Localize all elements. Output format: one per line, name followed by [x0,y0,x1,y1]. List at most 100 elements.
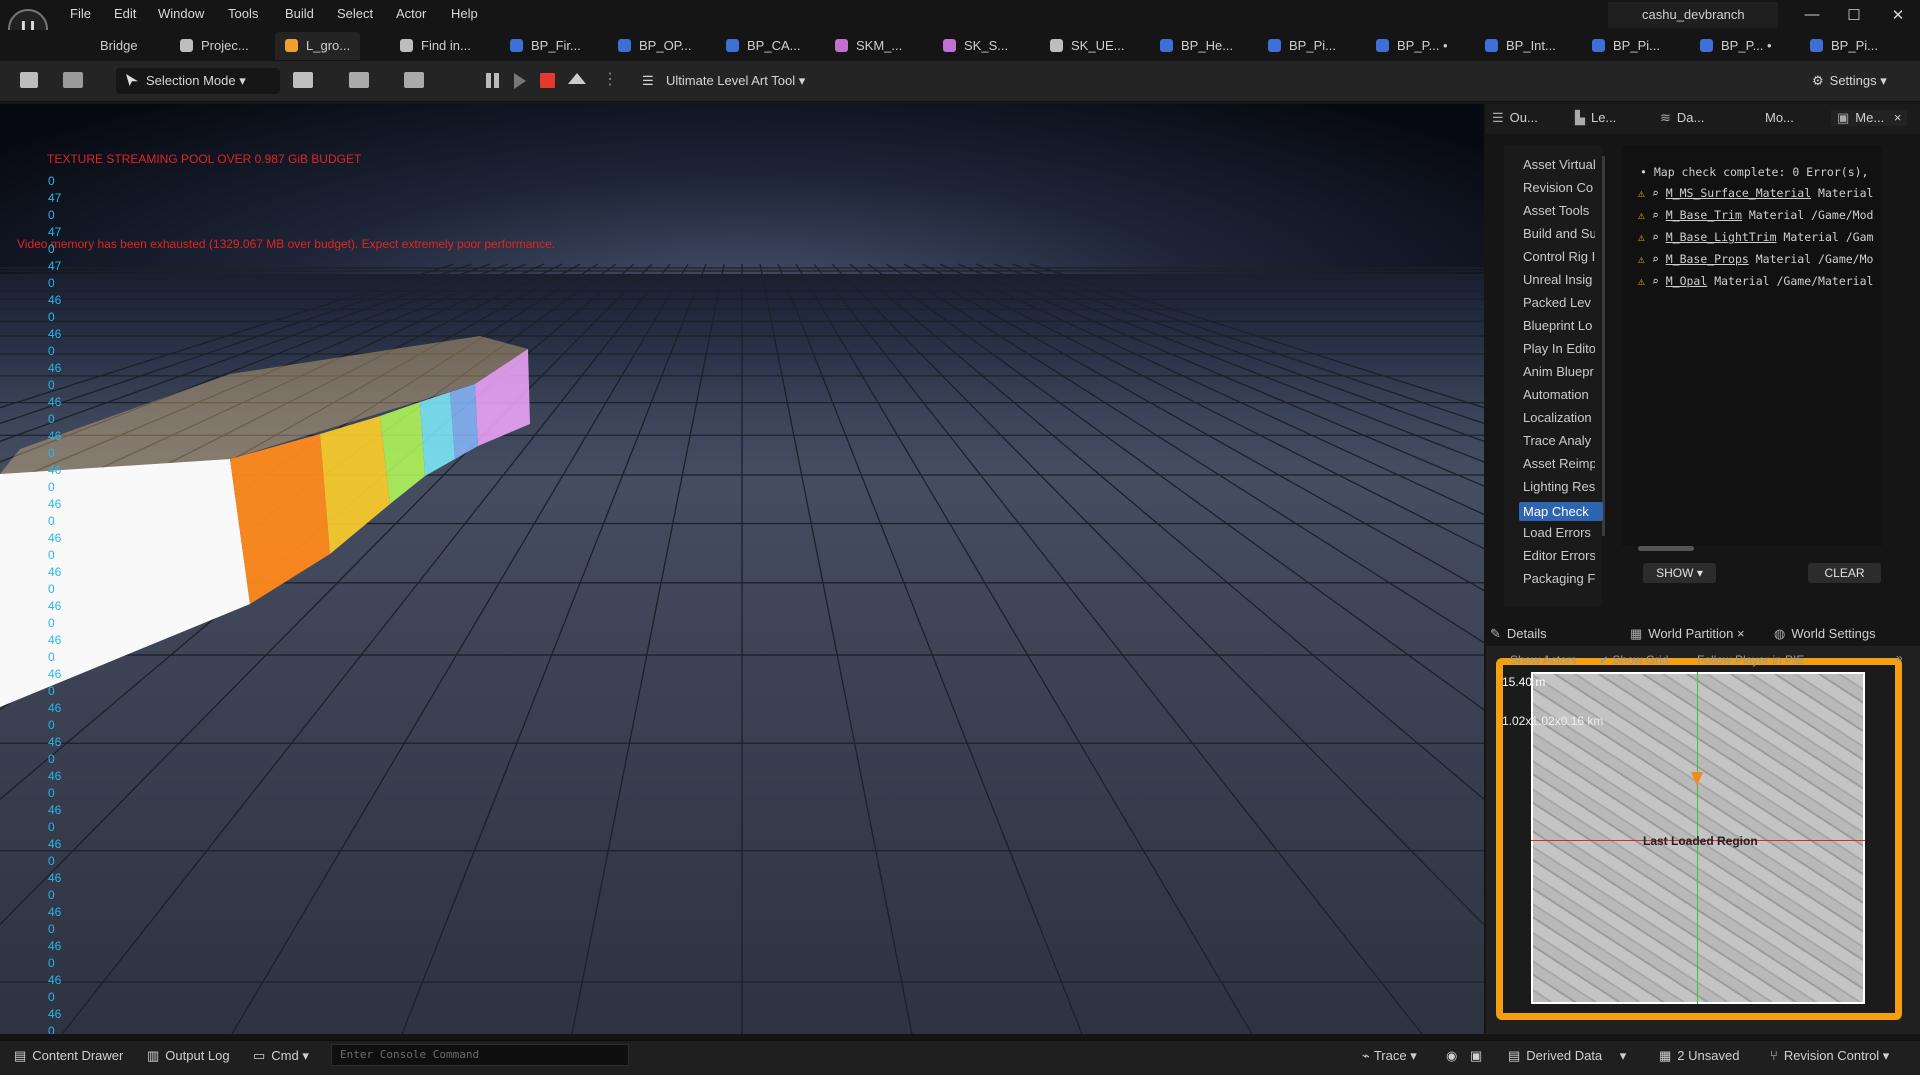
menu-tools[interactable]: Tools [228,6,258,21]
eject-icon[interactable] [568,73,586,84]
asset-link[interactable]: M_MS_Surface_Material [1666,186,1811,200]
menu-edit[interactable]: Edit [114,6,136,21]
cmd-dropdown[interactable]: ▭ Cmd ▾ [253,1048,309,1064]
ultimate-level-art-tool-dropdown[interactable]: ☰ Ultimate Level Art Tool ▾ [642,68,805,94]
category-item[interactable]: Lighting Res [1523,479,1595,494]
add-actor-icon[interactable] [293,72,313,88]
menu-help[interactable]: Help [451,6,478,21]
tab-6[interactable]: BP_CA... [726,32,800,60]
search-icon[interactable]: ⌕ [1652,186,1666,200]
category-item[interactable]: Play In Edito [1523,341,1595,356]
screenshot-icon[interactable]: ▣ [1470,1048,1482,1064]
selection-mode-dropdown[interactable]: Selection Mode ▾ [116,68,280,94]
record-icon[interactable]: ◉ [1446,1048,1457,1064]
tab-15[interactable]: BP_P... • [1700,32,1772,60]
output-log-button[interactable]: ▥ Output Log [147,1048,230,1064]
tab-3[interactable]: Find in... [400,32,471,60]
category-item[interactable]: Asset Tools [1523,203,1595,218]
console-input[interactable]: Enter Console Command [331,1044,629,1066]
follow-player-toggle[interactable]: Follow Player in PIE [1697,653,1804,667]
tab-levels[interactable]: ▙ Le... [1575,110,1616,126]
search-icon[interactable]: ⌕ [1652,274,1666,288]
log-h-scrollbar[interactable] [1638,546,1694,551]
category-scrollbar[interactable] [1602,156,1605,536]
tab-outliner[interactable]: ☰ Ou... [1492,110,1538,126]
category-item[interactable]: Control Rig I [1523,249,1595,264]
stop-icon[interactable] [540,73,555,88]
menu-build[interactable]: Build [285,6,314,21]
tab-10[interactable]: BP_He... [1160,32,1233,60]
category-item[interactable]: Automation [1523,387,1595,402]
category-item[interactable]: Editor Errors [1523,548,1595,563]
save-icon[interactable] [20,72,38,88]
tab-data-layers[interactable]: ≋ Da... [1660,110,1704,126]
tab-1[interactable]: Projec... [180,32,249,60]
category-item[interactable]: Packaging F [1523,571,1595,586]
browse-content-icon[interactable] [63,72,83,88]
search-icon[interactable]: ⌕ [1652,252,1666,266]
log-warning-line[interactable]: ⚠ ⌕ M_MS_Surface_Material Material [1638,186,1880,200]
log-warning-line[interactable]: ⚠ ⌕ M_Opal Material /Game/Material [1638,274,1880,288]
log-warning-line[interactable]: ⚠ ⌕ M_Base_Props Material /Game/Mo [1638,252,1880,266]
maximize-button[interactable]: ☐ [1839,6,1869,24]
category-item[interactable]: Revision Co [1523,180,1595,195]
revision-control-dropdown[interactable]: ⑂ Revision Control ▾ [1770,1048,1889,1064]
log-warning-line[interactable]: ⚠ ⌕ M_Base_LightTrim Material /Gam [1638,230,1880,244]
asset-link[interactable]: M_Base_Props [1666,252,1749,266]
menu-actor[interactable]: Actor [396,6,426,21]
search-icon[interactable]: ⌕ [1652,208,1666,222]
show-actors-toggle[interactable]: Show Actors [1510,653,1577,667]
expand-icon[interactable]: » [1896,651,1903,665]
tab-message-log[interactable]: ▣ Me... × [1831,110,1908,126]
step-forward-icon[interactable] [514,73,526,89]
tab-9[interactable]: SK_UE... [1050,32,1124,60]
blueprint-menu-icon[interactable] [349,72,369,88]
category-item[interactable]: Build and Su [1523,226,1595,241]
tab-16[interactable]: BP_Pi... [1810,32,1878,60]
category-item[interactable]: Load Errors [1523,525,1595,540]
tab-2[interactable]: L_gro... [275,32,361,60]
cinematics-icon[interactable] [404,72,424,88]
tab-0[interactable]: Bridge [100,32,138,60]
derived-data-dropdown[interactable]: ▤ Derived Data ▾ [1508,1048,1626,1064]
category-item[interactable]: Map Check [1519,502,1603,521]
pause-icon[interactable] [486,73,491,88]
close-window-button[interactable]: ✕ [1883,6,1913,24]
tab-details[interactable]: ✎ Details [1490,626,1547,642]
category-item[interactable]: Trace Analy [1523,433,1595,448]
category-item[interactable]: Blueprint Lo [1523,318,1595,333]
asset-link[interactable]: M_Opal [1666,274,1708,288]
unsaved-button[interactable]: ▦ 2 Unsaved [1659,1048,1739,1064]
tab-world-partition[interactable]: ▦ World Partition × [1630,626,1745,642]
menu-select[interactable]: Select [337,6,373,21]
close-tab-icon[interactable]: × [1894,110,1902,125]
tab-13[interactable]: BP_Int... [1485,32,1556,60]
trace-dropdown[interactable]: ⌁ Trace ▾ [1362,1048,1417,1064]
asset-link[interactable]: M_Base_Trim [1666,208,1742,222]
settings-dropdown[interactable]: ⚙ Settings ▾ [1812,68,1887,94]
tab-7[interactable]: SKM_... [835,32,902,60]
level-viewport[interactable]: TEXTURE STREAMING POOL OVER 0.987 GiB BU… [0,104,1484,1034]
category-item[interactable]: Anim Bluepr [1523,364,1595,379]
tab-12[interactable]: BP_P... • [1376,32,1448,60]
menu-window[interactable]: Window [158,6,204,21]
tab-modes[interactable]: Mo... [1765,110,1794,125]
tab-8[interactable]: SK_S... [943,32,1008,60]
category-item[interactable]: Localization [1523,410,1595,425]
asset-link[interactable]: M_Base_LightTrim [1666,230,1777,244]
category-item[interactable]: Asset Virtual [1523,157,1595,172]
tab-world-settings[interactable]: ◍ World Settings [1774,626,1876,642]
minimize-button[interactable]: — [1797,6,1827,23]
search-icon[interactable]: ⌕ [1652,230,1666,244]
category-item[interactable]: Asset Reimp [1523,456,1595,471]
clear-button[interactable]: CLEAR [1808,563,1881,583]
tab-4[interactable]: BP_Fir... [510,32,581,60]
more-options-icon[interactable]: ⋮ [602,72,618,88]
show-button[interactable]: SHOW ▾ [1643,563,1716,583]
show-grid-toggle[interactable]: ✓ Show Grid [1599,653,1668,667]
branch-indicator[interactable]: cashu_devbranch [1608,2,1778,28]
log-warning-line[interactable]: ⚠ ⌕ M_Base_Trim Material /Game/Mod [1638,208,1880,222]
tab-11[interactable]: BP_Pi... [1268,32,1336,60]
tab-14[interactable]: BP_Pi... [1592,32,1660,60]
category-item[interactable]: Packed Lev [1523,295,1595,310]
